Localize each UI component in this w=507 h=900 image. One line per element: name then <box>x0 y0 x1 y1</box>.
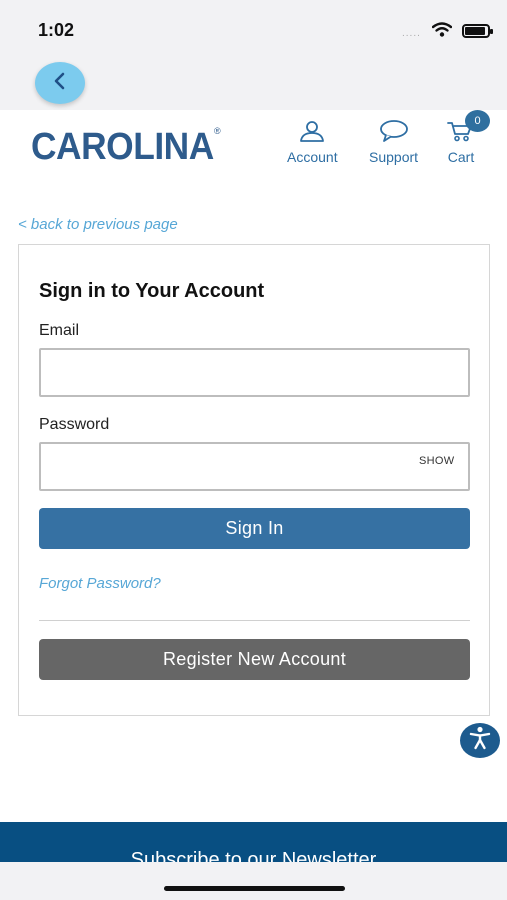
person-icon <box>299 120 325 145</box>
signin-card: Sign in to Your Account Email Password S… <box>18 244 490 716</box>
bottom-bar <box>0 862 507 900</box>
divider <box>39 620 470 621</box>
nav-support[interactable]: Support <box>369 120 418 165</box>
show-password-toggle[interactable]: SHOW <box>419 455 454 467</box>
web-content: CAROLINA ® Account Support Cart 0 < back… <box>0 110 507 862</box>
cart-count-badge: 0 <box>465 110 490 132</box>
accessibility-icon <box>467 725 493 756</box>
back-button[interactable] <box>35 62 85 104</box>
email-field[interactable] <box>39 348 470 397</box>
nav-account-label: Account <box>287 149 338 165</box>
newsletter-banner[interactable]: Subscribe to our Newsletter <box>0 822 507 862</box>
nav-account[interactable]: Account <box>287 120 338 165</box>
nav-cart-label: Cart <box>447 149 475 165</box>
home-indicator[interactable] <box>164 886 345 891</box>
accessibility-button[interactable] <box>460 723 500 758</box>
battery-icon <box>462 24 493 38</box>
chevron-left-icon <box>53 72 67 95</box>
password-label: Password <box>39 416 110 433</box>
wifi-icon <box>431 22 453 42</box>
signin-title: Sign in to Your Account <box>39 280 265 302</box>
sign-in-button[interactable]: Sign In <box>39 508 470 549</box>
email-label: Email <box>39 322 80 339</box>
back-to-previous-link[interactable]: < back to previous page <box>18 216 178 233</box>
status-bar: 1:02 ..... <box>0 0 507 56</box>
password-field[interactable] <box>39 442 470 491</box>
forgot-password-link[interactable]: Forgot Password? <box>39 575 161 592</box>
register-new-account-button[interactable]: Register New Account <box>39 639 470 680</box>
nav-support-label: Support <box>369 149 419 165</box>
newsletter-text: Subscribe to our Newsletter <box>130 849 377 862</box>
logo-registered-mark: ® <box>214 126 221 136</box>
carolina-logo[interactable]: CAROLINA <box>31 126 214 169</box>
signal-icon: ..... <box>402 28 421 39</box>
chat-bubble-icon <box>379 120 409 145</box>
status-time: 1:02 <box>38 20 75 40</box>
